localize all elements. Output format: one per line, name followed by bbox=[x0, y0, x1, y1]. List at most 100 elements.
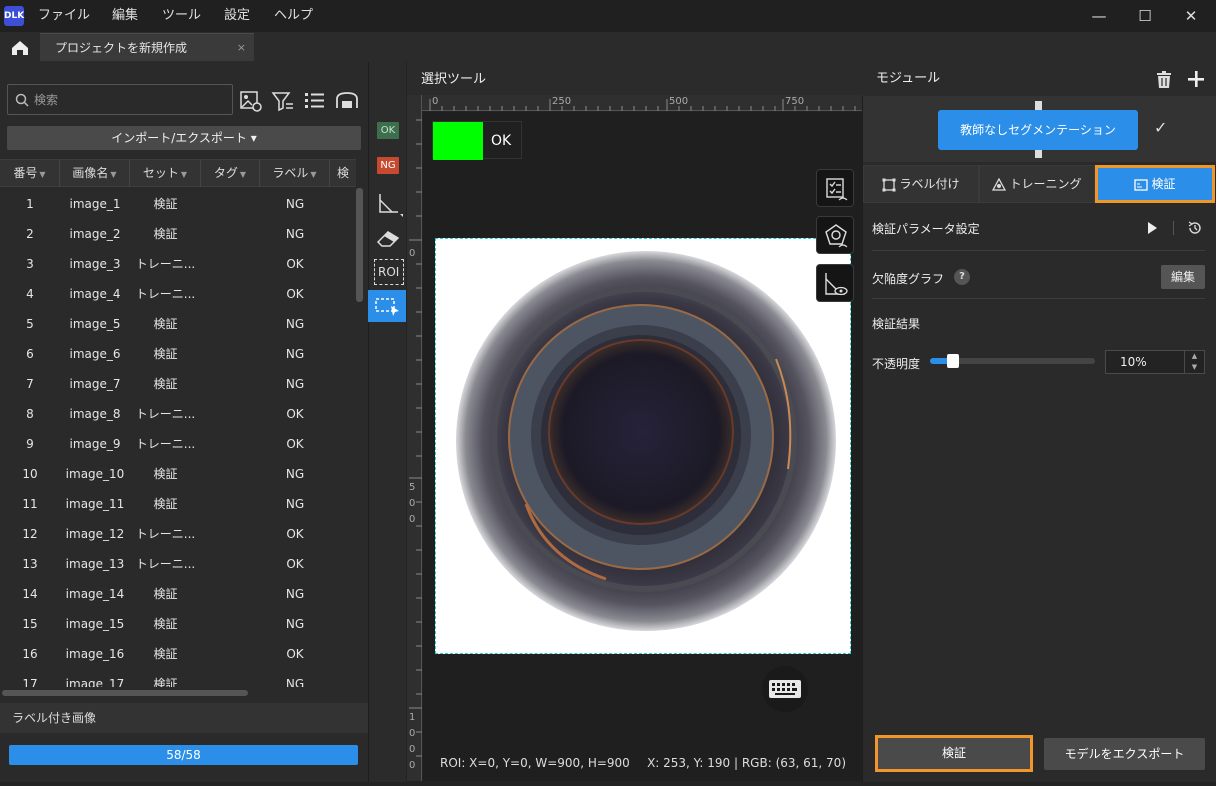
cell-name: image_13 bbox=[65, 557, 125, 571]
cell-tag bbox=[201, 429, 260, 459]
maximize-button[interactable]: ☐ bbox=[1122, 0, 1168, 32]
search-input[interactable] bbox=[34, 91, 224, 109]
table-vertical-scrollbar[interactable] bbox=[356, 188, 363, 302]
tab-training[interactable]: トレーニング bbox=[979, 165, 1095, 203]
menu-file[interactable]: ファイル bbox=[38, 0, 90, 32]
table-row[interactable]: 1 image_1 検証 NG bbox=[0, 189, 356, 219]
cell-name: image_15 bbox=[65, 617, 125, 631]
float-tool-mask[interactable] bbox=[816, 216, 854, 254]
select-cursor-icon bbox=[375, 298, 399, 316]
cell-name: image_4 bbox=[69, 287, 121, 301]
menu-settings[interactable]: 設定 bbox=[224, 0, 250, 32]
table-row[interactable]: 2 image_2 検証 NG bbox=[0, 219, 356, 249]
table-row[interactable]: 7 image_7 検証 NG bbox=[0, 369, 356, 399]
cell-tag bbox=[201, 579, 260, 609]
cell-label: NG bbox=[285, 377, 305, 391]
help-icon[interactable]: ? bbox=[954, 269, 970, 285]
select-tool-button[interactable] bbox=[368, 290, 406, 322]
column-header-label: タグ bbox=[213, 166, 238, 180]
play-icon[interactable] bbox=[1146, 221, 1158, 235]
cell-tag bbox=[201, 279, 260, 309]
cell-name: image_11 bbox=[65, 497, 125, 511]
cell-name: image_9 bbox=[69, 437, 121, 451]
minimize-button[interactable]: — bbox=[1076, 0, 1122, 32]
tab-verification[interactable]: 検証 bbox=[1095, 165, 1215, 203]
verification-params-title[interactable]: 検証パラメータ設定 bbox=[872, 220, 980, 237]
column-header-tag[interactable]: タグ ▼ bbox=[201, 160, 260, 187]
history-icon[interactable] bbox=[1187, 220, 1203, 236]
menu-edit[interactable]: 編集 bbox=[112, 0, 138, 32]
edit-graph-button[interactable]: 編集 bbox=[1161, 265, 1205, 289]
tab-close-icon[interactable]: × bbox=[237, 34, 246, 62]
gallery-view-icon[interactable] bbox=[334, 88, 360, 114]
verify-button[interactable]: 検証 bbox=[875, 735, 1033, 772]
cell-set: 検証 bbox=[153, 467, 178, 481]
image-settings-icon[interactable] bbox=[238, 88, 264, 114]
menu-help[interactable]: ヘルプ bbox=[274, 0, 313, 32]
home-button[interactable] bbox=[0, 32, 40, 62]
list-view-icon[interactable] bbox=[302, 88, 328, 114]
float-tool-checklist[interactable] bbox=[816, 169, 854, 207]
table-row[interactable]: 8 image_8 トレーニ... OK bbox=[0, 399, 356, 429]
defect-graph-label: 欠陥度グラフ bbox=[872, 272, 945, 286]
float-tool-visibility[interactable] bbox=[816, 264, 854, 302]
table-row[interactable]: 11 image_11 検証 NG bbox=[0, 489, 356, 519]
divider-vertical bbox=[1173, 221, 1174, 235]
column-header-number[interactable]: 番号 ▼ bbox=[0, 160, 60, 187]
table-row[interactable]: 9 image_9 トレーニ... OK bbox=[0, 429, 356, 459]
check-icon: ✓ bbox=[1154, 118, 1168, 137]
keyboard-shortcuts-button[interactable] bbox=[762, 666, 808, 712]
search-field[interactable] bbox=[7, 84, 233, 115]
table-row[interactable]: 10 image_10 検証 NG bbox=[0, 459, 356, 489]
table-row[interactable]: 14 image_14 検証 NG bbox=[0, 579, 356, 609]
table-row[interactable]: 5 image_5 検証 NG bbox=[0, 309, 356, 339]
column-header-image-name[interactable]: 画像名 ▼ bbox=[60, 160, 130, 187]
opacity-slider-thumb[interactable] bbox=[947, 354, 959, 368]
import-export-dropdown[interactable]: インポート/エクスポート ▾ bbox=[7, 126, 361, 150]
verification-icon bbox=[1134, 178, 1149, 191]
column-header-set[interactable]: セット ▼ bbox=[130, 160, 201, 187]
table-row[interactable]: 15 image_15 検証 NG bbox=[0, 609, 356, 639]
plus-icon[interactable] bbox=[1186, 69, 1206, 89]
polygon-tool-icon[interactable] bbox=[374, 190, 404, 218]
cell-set: 検証 bbox=[153, 377, 178, 391]
cell-set: 検証 bbox=[153, 197, 178, 211]
close-window-button[interactable]: ✕ bbox=[1168, 0, 1214, 32]
table-horizontal-scrollbar[interactable] bbox=[2, 690, 248, 696]
ng-tag-button[interactable]: NG bbox=[377, 157, 399, 174]
spin-up-icon[interactable]: ▲ bbox=[1184, 351, 1204, 362]
opacity-slider[interactable] bbox=[930, 354, 1095, 368]
cell-name: image_17 bbox=[65, 677, 125, 687]
cell-label: NG bbox=[285, 467, 305, 481]
cell-no: 10 bbox=[22, 467, 38, 481]
spin-down-icon[interactable]: ▼ bbox=[1184, 362, 1204, 373]
column-header-label[interactable]: ラベル ▼ bbox=[260, 160, 330, 187]
table-row[interactable]: 13 image_13 トレーニ... OK bbox=[0, 549, 356, 579]
trash-icon[interactable] bbox=[1154, 69, 1174, 89]
cell-name: image_14 bbox=[65, 587, 125, 601]
table-row[interactable]: 3 image_3 トレーニ... OK bbox=[0, 249, 356, 279]
table-row[interactable]: 16 image_16 検証 OK bbox=[0, 639, 356, 669]
roi-tool-button[interactable]: ROI bbox=[374, 259, 404, 285]
opacity-spinbox[interactable]: 10% ▲ ▼ bbox=[1105, 350, 1205, 374]
ok-tag-button[interactable]: OK bbox=[377, 122, 399, 139]
menu-tools[interactable]: ツール bbox=[162, 0, 201, 32]
cell-set: 検証 bbox=[153, 347, 178, 361]
canvas-title: 選択ツール bbox=[421, 72, 487, 87]
table-row[interactable]: 12 image_12 トレーニ... OK bbox=[0, 519, 356, 549]
cell-no: 12 bbox=[22, 527, 38, 541]
filter-icon[interactable] bbox=[270, 88, 296, 114]
table-row[interactable]: 6 image_6 検証 NG bbox=[0, 339, 356, 369]
tab-project[interactable]: プロジェクトを新規作成 × bbox=[40, 33, 254, 61]
inspection-image[interactable] bbox=[435, 238, 851, 654]
column-header-inspection[interactable]: 検 bbox=[330, 160, 356, 187]
eraser-tool-icon[interactable] bbox=[374, 224, 404, 252]
tab-labeling[interactable]: ラベル付け bbox=[863, 165, 979, 203]
roi-tool-label: ROI bbox=[378, 265, 400, 279]
export-model-button[interactable]: モデルをエクスポート bbox=[1044, 738, 1205, 770]
module-node-unsupervised-segmentation[interactable]: 教師なしセグメンテーション bbox=[938, 110, 1138, 150]
cell-tag bbox=[201, 549, 260, 579]
table-row[interactable]: 17 image_17 検証 NG bbox=[0, 669, 356, 687]
cell-tag bbox=[201, 189, 260, 219]
table-row[interactable]: 4 image_4 トレーニ... OK bbox=[0, 279, 356, 309]
